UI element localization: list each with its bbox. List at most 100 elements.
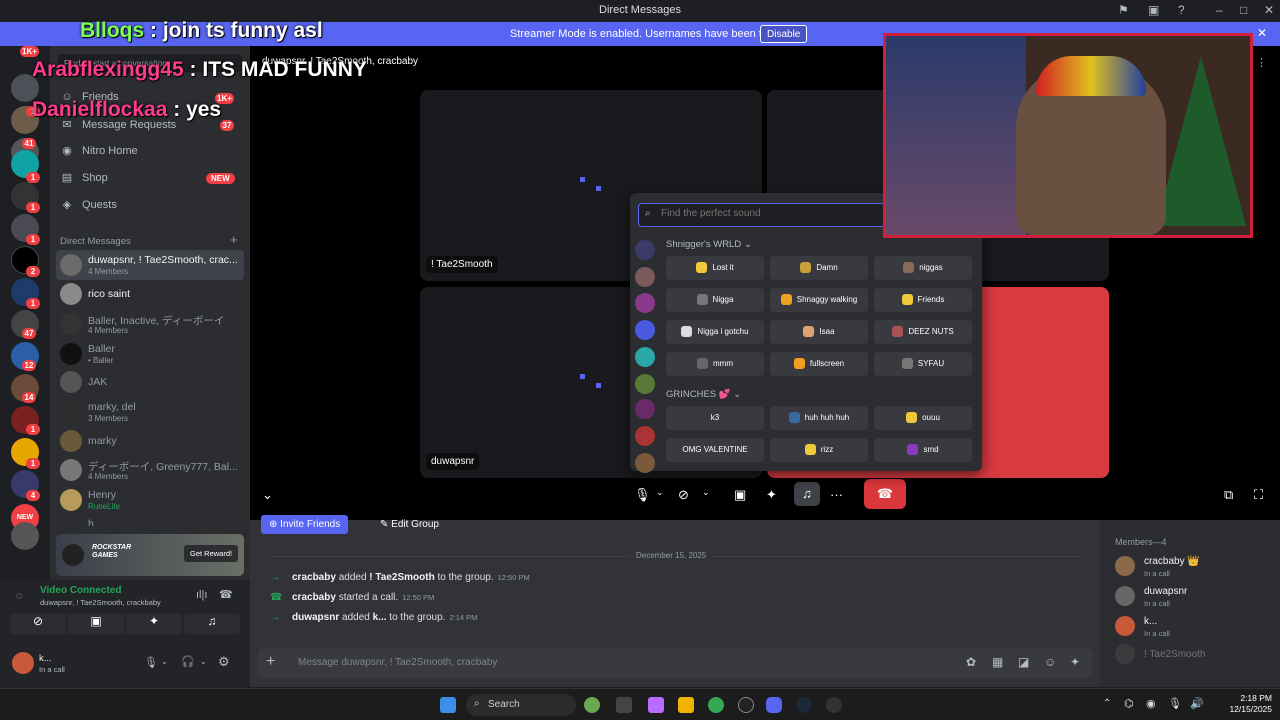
sound-button[interactable]: SYFAU [874, 352, 972, 376]
sound-button[interactable]: Isaa [770, 320, 868, 344]
chevron-down-icon[interactable]: ⌄ [200, 657, 207, 666]
message-composer[interactable]: + Message duwapsnr, ! Tae2Smooth, cracba… [258, 648, 1092, 678]
member-item[interactable]: ! Tae2Smooth [1115, 641, 1275, 669]
server-avatar[interactable] [635, 267, 655, 287]
sound-button[interactable]: Friends [874, 288, 972, 312]
copilot-icon[interactable] [648, 697, 664, 713]
chevron-down-icon[interactable]: ⌄ [656, 487, 664, 498]
get-reward-button[interactable]: Get Reward! [184, 545, 239, 562]
dm-item[interactable]: ディーボーイ, Greeny777, Bal... 4 Members [56, 455, 244, 485]
app-icon[interactable] [826, 697, 842, 713]
server-avatar[interactable] [635, 399, 655, 419]
task-view-icon[interactable] [616, 697, 632, 713]
camera-off-icon[interactable]: ⊘ [678, 487, 689, 503]
new-dm-icon[interactable]: + [230, 232, 238, 247]
server-avatar[interactable] [635, 347, 655, 367]
soundboard-icon[interactable]: ♫ [794, 482, 820, 506]
server-avatar[interactable] [635, 426, 655, 446]
dm-item[interactable]: JAK [56, 367, 244, 397]
message-input[interactable]: Message duwapsnr, ! Tae2Smooth, cracbaby [298, 657, 497, 668]
dm-item[interactable]: marky [56, 426, 244, 456]
dm-item[interactable]: h [56, 514, 244, 526]
tray-icon[interactable]: ◉ [1146, 697, 1156, 710]
noise-suppression-icon[interactable]: ıl|ı [196, 589, 207, 601]
more-options-icon[interactable]: ··· [830, 487, 843, 502]
minimize-icon[interactable]: – [1216, 3, 1223, 17]
screen-share-icon[interactable]: ▣ [734, 487, 746, 503]
activities-icon[interactable]: ✦ [766, 487, 777, 503]
app-icon[interactable] [584, 697, 600, 713]
voice-channel[interactable]: duwapsnr, ! Tae2Smooth, crackbaby [40, 598, 161, 607]
msg-user[interactable]: duwapsnr [292, 612, 339, 623]
dm-item[interactable]: rico saint [56, 279, 244, 309]
sticker-icon[interactable]: ◪ [1018, 655, 1029, 669]
monitor-icon[interactable]: ▣ [1148, 3, 1159, 17]
chevron-down-icon[interactable]: ⌄ [262, 487, 273, 503]
server-avatar[interactable] [635, 453, 655, 473]
discord-icon[interactable] [766, 697, 782, 713]
sound-group-header[interactable]: GRINCHES 💕 ⌄ [666, 389, 741, 400]
attach-plus-icon[interactable]: + [266, 653, 275, 671]
microphone-icon[interactable]: 🎙 [634, 487, 651, 503]
msg-target[interactable]: k... [373, 612, 387, 623]
sound-search[interactable]: ⌕ [638, 203, 886, 227]
inbox-icon[interactable]: ⚑ [1118, 3, 1129, 17]
sound-button[interactable]: smd [874, 438, 972, 462]
settings-gear-icon[interactable]: ⚙ [218, 654, 230, 670]
chrome-icon[interactable] [708, 697, 724, 713]
chevron-up-icon[interactable]: ⌃ [1103, 698, 1111, 709]
disconnect-icon[interactable]: ☎ [219, 588, 233, 601]
soundboard-button[interactable]: ♫ [184, 614, 240, 634]
help-icon[interactable]: ? [1178, 3, 1185, 17]
microphone-icon[interactable]: 🎙 [1168, 697, 1182, 710]
nav-quests[interactable]: ◈ Quests [60, 198, 117, 211]
dm-item[interactable]: Baller, Inactive, ディーボーイ 4 Members [56, 309, 244, 339]
headphones-icon[interactable]: 🎧 [181, 655, 195, 668]
windows-start-icon[interactable] [440, 697, 456, 713]
chevron-down-icon[interactable]: ⌄ [702, 487, 710, 498]
msg-user[interactable]: cracbaby [292, 592, 336, 603]
sound-button[interactable]: Lost it [666, 256, 764, 280]
invite-friends-button[interactable]: ⊕ Invite Friends [261, 515, 349, 534]
member-item[interactable]: duwapsnr In a call [1115, 583, 1275, 611]
server-avatar[interactable] [635, 374, 655, 394]
member-item[interactable]: cracbaby 👑 In a call [1115, 553, 1275, 581]
nav-nitro-home[interactable]: ◉ Nitro Home [60, 144, 137, 157]
sound-button[interactable]: Nigga i gotchu [666, 320, 764, 344]
server-icon[interactable] [11, 522, 39, 550]
sound-button[interactable]: DEEZ NUTS [874, 320, 972, 344]
sound-button[interactable]: mmm [666, 352, 764, 376]
sound-group-header[interactable]: Shnigger's WRLD ⌄ [666, 239, 752, 250]
sound-button[interactable]: niggas [874, 256, 972, 280]
clock[interactable]: 2:18 PM 12/15/2025 [1222, 693, 1272, 715]
screen-share-button[interactable]: ▣ [68, 614, 124, 634]
server-avatar[interactable] [635, 293, 655, 313]
sound-search-input[interactable] [661, 208, 881, 219]
chevron-down-icon[interactable]: ⌄ [161, 657, 168, 666]
app-icon[interactable] [738, 697, 754, 713]
edit-group-button[interactable]: ✎ Edit Group [374, 515, 445, 534]
msg-user[interactable]: cracbaby [292, 572, 336, 583]
sound-button[interactable]: OMG VALENTINE [666, 438, 764, 462]
promo-card[interactable]: ROCKSTAR GAMES Get Reward! [56, 534, 244, 576]
member-item[interactable]: k... In a call [1115, 613, 1275, 641]
sound-button[interactable]: Shnaggy walking [770, 288, 868, 312]
gift-icon[interactable]: ✿ [966, 655, 976, 669]
volume-icon[interactable]: 🔊 [1190, 697, 1204, 710]
disable-streamer-button[interactable]: Disable [760, 25, 808, 43]
leave-call-button[interactable]: ☎ [864, 479, 906, 509]
camera-off-button[interactable]: ⊘ [10, 614, 66, 634]
popout-window-icon[interactable]: ⧉ [1224, 487, 1233, 503]
sound-button[interactable]: k3 [666, 406, 764, 430]
apps-icon[interactable]: ✦ [1070, 655, 1080, 669]
gif-icon[interactable]: ▦ [992, 655, 1003, 669]
fullscreen-icon[interactable]: ⛶ [1254, 487, 1263, 503]
sound-button[interactable]: ouuu [874, 406, 972, 430]
user-avatar[interactable] [12, 652, 34, 674]
close-banner-icon[interactable]: ✕ [1257, 26, 1267, 40]
activities-button[interactable]: ✦ [126, 614, 182, 634]
steam-icon[interactable] [796, 697, 812, 713]
popout-icon[interactable]: ⋮ [1256, 56, 1267, 69]
sound-button[interactable]: Damn [770, 256, 868, 280]
network-icon[interactable]: ⌬ [1124, 697, 1134, 710]
